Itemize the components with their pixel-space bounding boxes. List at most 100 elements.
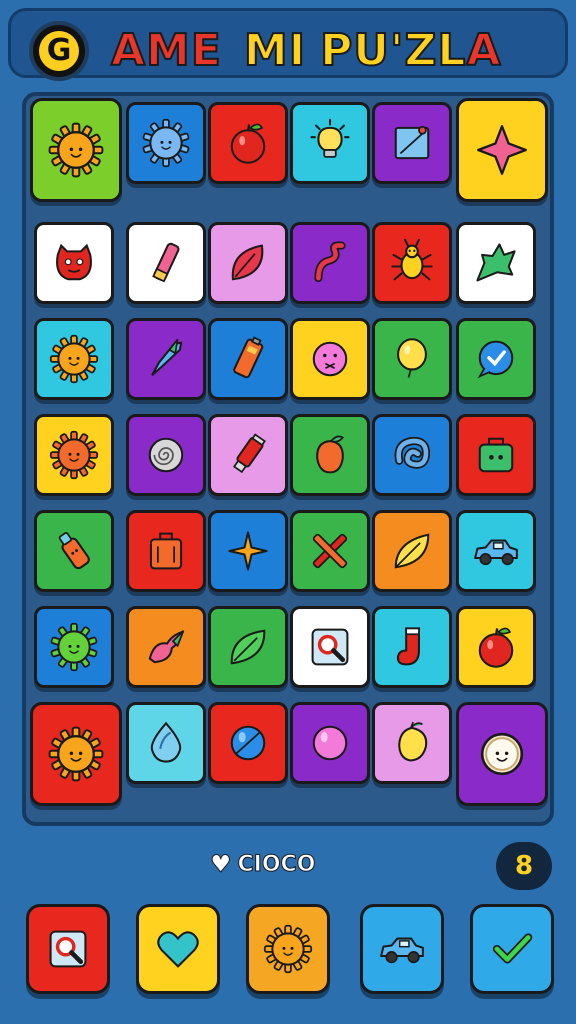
blue-rocket-icon — [151, 338, 183, 376]
smiley-coin-icon — [480, 732, 524, 776]
red-apple-icon — [478, 627, 514, 668]
green-virus-face-icon — [50, 622, 98, 672]
suitcase-icon — [149, 532, 183, 570]
magnifier-tool-button[interactable] — [26, 904, 110, 994]
paint-tube-icon — [233, 433, 266, 474]
green-leaf-icon — [476, 243, 516, 282]
puzzle-tile[interactable] — [372, 102, 452, 184]
puzzle-tile[interactable] — [290, 318, 370, 400]
puzzle-tile[interactable] — [30, 702, 122, 806]
pink-crayon-icon — [152, 242, 180, 283]
chat-bubble-icon — [477, 340, 514, 379]
puzzle-tile[interactable] — [208, 606, 288, 688]
puzzle-tile[interactable] — [30, 98, 122, 202]
hint-label: ♥ CIOCO — [210, 848, 316, 880]
check-tool-button[interactable] — [470, 904, 554, 994]
red-leaf-icon — [231, 244, 264, 281]
puzzle-tile[interactable] — [208, 510, 288, 592]
logo-letter: G — [39, 31, 79, 71]
check-icon — [492, 933, 533, 964]
puzzle-tile[interactable] — [208, 102, 288, 184]
title-word-1: AME — [110, 24, 222, 77]
title-word-3-last: A — [465, 24, 502, 77]
puzzle-tile[interactable] — [372, 702, 452, 784]
puzzle-tile[interactable] — [34, 222, 114, 304]
heart-icon — [157, 931, 199, 968]
puzzle-tile[interactable] — [290, 222, 370, 304]
puzzle-tile[interactable] — [208, 414, 288, 496]
red-sock-icon — [396, 627, 420, 666]
puzzle-tile[interactable] — [34, 510, 114, 592]
puzzle-tile[interactable] — [290, 414, 370, 496]
crossed-crayons-icon — [312, 533, 348, 569]
puzzle-tile[interactable] — [456, 414, 536, 496]
puzzle-tile[interactable] — [456, 318, 536, 400]
lightbulb-icon — [310, 118, 350, 158]
bottle-icon — [58, 531, 90, 570]
blue-swirl-icon — [394, 436, 431, 469]
puzzle-tile[interactable] — [372, 606, 452, 688]
sun-face-icon — [48, 122, 104, 178]
puzzle-tile[interactable] — [126, 702, 206, 784]
puzzle-tile[interactable] — [372, 318, 452, 400]
battery-icon — [233, 336, 264, 379]
puzzle-tile[interactable] — [208, 318, 288, 400]
pink-star-icon — [477, 125, 527, 175]
puzzle-tile[interactable] — [34, 414, 114, 496]
puzzle-tile[interactable] — [290, 606, 370, 688]
leaf-icon — [230, 629, 266, 665]
sun-face-icon — [48, 726, 104, 782]
puzzle-tile[interactable] — [456, 606, 536, 688]
puzzle-tile[interactable] — [126, 414, 206, 496]
sun-face-icon — [49, 334, 99, 384]
blue-ball-icon — [230, 725, 266, 761]
magnifier-icon — [311, 628, 349, 666]
puzzle-tile[interactable] — [126, 606, 206, 688]
picture-frame-icon — [394, 125, 430, 160]
puzzle-tile[interactable] — [208, 702, 288, 784]
puzzle-tile[interactable] — [126, 222, 206, 304]
puzzle-tile[interactable] — [372, 414, 452, 496]
heart-icon: ♥ — [210, 850, 232, 879]
puzzle-tile[interactable] — [372, 222, 452, 304]
puzzle-tile[interactable] — [126, 318, 206, 400]
title-bar: G AME MI PU'ZLA — [8, 8, 568, 81]
puzzle-tile[interactable] — [290, 510, 370, 592]
lemon-icon — [398, 721, 428, 762]
car-icon — [474, 539, 518, 566]
red-swirl-icon — [314, 241, 346, 283]
puzzle-board — [22, 92, 554, 826]
spiral-shell-icon — [148, 437, 184, 473]
sun-tool-button[interactable] — [246, 904, 330, 994]
red-monster-icon — [56, 243, 92, 281]
blue-gear-face-icon — [142, 118, 190, 168]
puzzle-tile[interactable] — [126, 510, 206, 592]
puzzle-tile[interactable] — [456, 222, 536, 304]
puzzle-tile[interactable] — [126, 102, 206, 184]
bug-icon — [391, 238, 433, 281]
puzzle-tile[interactable] — [34, 318, 114, 400]
puzzle-tile[interactable] — [290, 702, 370, 784]
pink-ball-icon — [312, 725, 348, 761]
orange-gear-face-icon — [49, 430, 99, 480]
puzzle-tile[interactable] — [456, 702, 548, 806]
orange-star-icon — [228, 531, 268, 571]
move-counter: 8 — [496, 842, 552, 890]
pink-flower-icon — [148, 630, 185, 664]
orange-fruit-icon — [316, 435, 345, 474]
sun-face-icon — [263, 924, 313, 974]
magnifier-icon — [49, 930, 87, 968]
puzzle-tile[interactable] — [290, 102, 370, 184]
yellow-balloon-icon — [397, 338, 427, 378]
puzzle-tile[interactable] — [456, 98, 548, 202]
heart-tool-button[interactable] — [136, 904, 220, 994]
puzzle-tile[interactable] — [208, 222, 288, 304]
water-drop-icon — [150, 721, 182, 763]
title-word-3: PU'ZLA — [319, 24, 502, 77]
puzzle-tile[interactable] — [34, 606, 114, 688]
apple-icon — [230, 123, 266, 164]
title-word-2: MI — [243, 24, 307, 77]
puzzle-tile[interactable] — [456, 510, 536, 592]
puzzle-tile[interactable] — [372, 510, 452, 592]
car-tool-button[interactable] — [360, 904, 444, 994]
